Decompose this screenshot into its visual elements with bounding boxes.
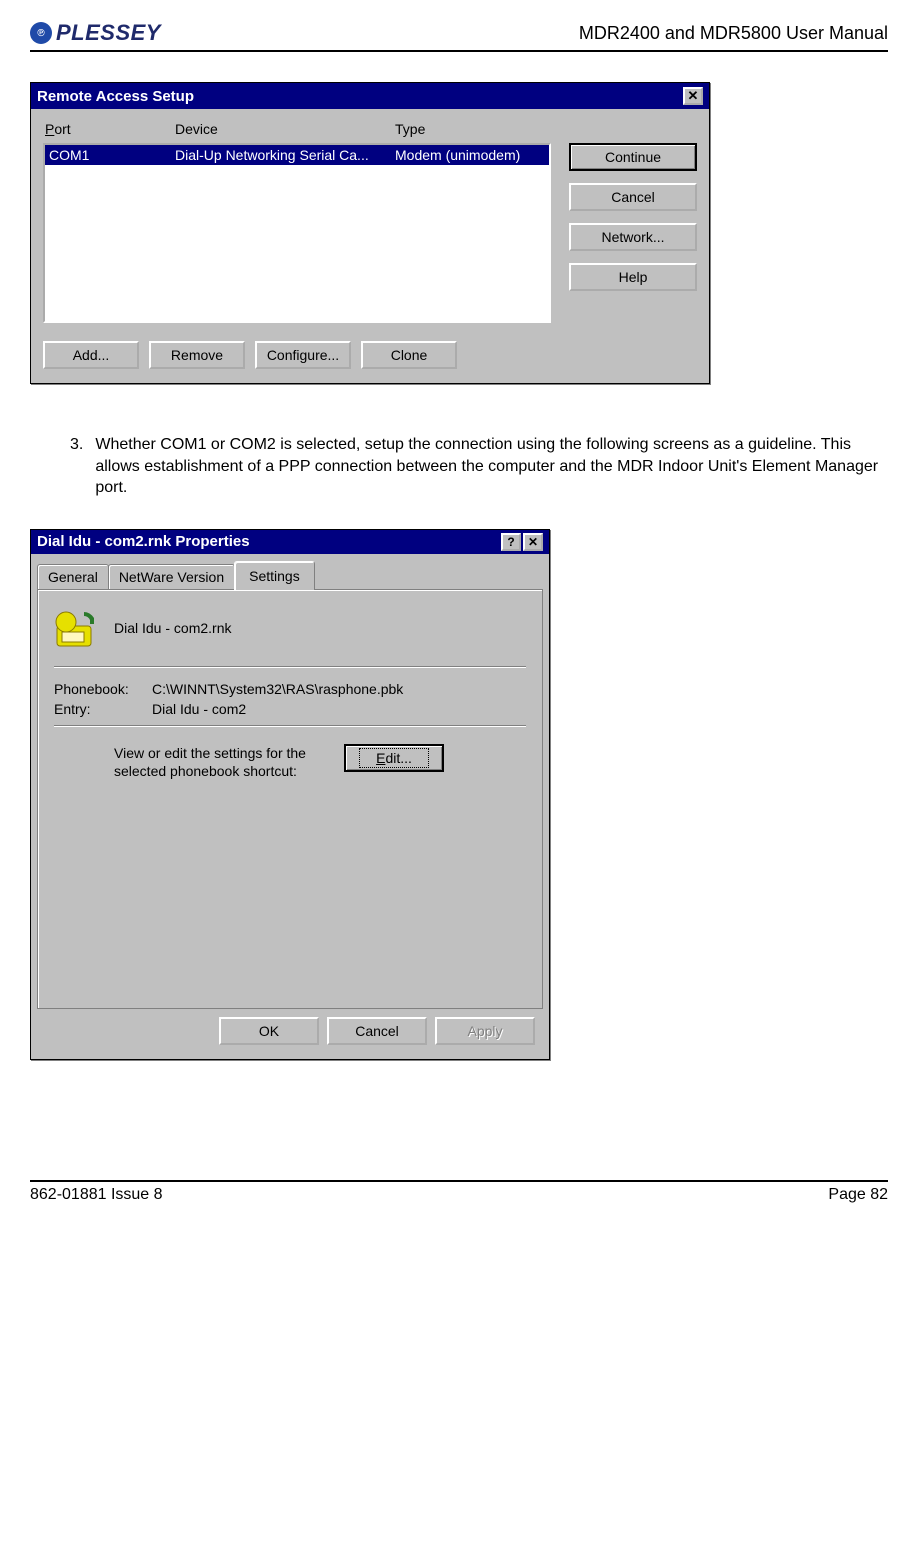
add-button[interactable]: Add... xyxy=(43,341,139,369)
edit-button[interactable]: Edit... xyxy=(344,744,444,772)
tab-netware-version[interactable]: NetWare Version xyxy=(108,564,235,589)
step-number: 3. xyxy=(70,434,83,499)
phonebook-value: C:\WINNT\System32\RAS\rasphone.pbk xyxy=(152,681,403,697)
edit-button-label: Edit... xyxy=(359,748,429,768)
close-icon[interactable]: ✕ xyxy=(523,533,543,551)
remote-access-setup-dialog: Remote Access Setup ✕ Port Device Type C… xyxy=(30,82,710,384)
configure-button[interactable]: Configure... xyxy=(255,341,351,369)
edit-description: View or edit the settings for the select… xyxy=(54,744,314,780)
column-port: Port xyxy=(45,121,175,137)
logo-text: PLESSEY xyxy=(56,20,161,46)
separator xyxy=(54,666,526,667)
list-row[interactable]: COM1 Dial-Up Networking Serial Ca... Mod… xyxy=(45,145,549,165)
tab-settings[interactable]: Settings xyxy=(234,561,315,590)
entry-row: Entry: Dial Idu - com2 xyxy=(54,701,526,717)
apply-button: Apply xyxy=(435,1017,535,1045)
footer-doc-number: 862-01881 Issue 8 xyxy=(30,1186,163,1204)
separator xyxy=(54,725,526,726)
dialog-titlebar: Remote Access Setup ✕ xyxy=(31,83,709,109)
entry-value: Dial Idu - com2 xyxy=(152,701,246,717)
phonebook-row: Phonebook: C:\WINNT\System32\RAS\rasphon… xyxy=(54,681,526,697)
logo: ℗ PLESSEY xyxy=(30,20,161,46)
tabs-row: General NetWare Version Settings xyxy=(31,554,549,589)
ok-button[interactable]: OK xyxy=(219,1017,319,1045)
device-listbox[interactable]: COM1 Dial-Up Networking Serial Ca... Mod… xyxy=(43,143,551,323)
dial-properties-dialog: Dial Idu - com2.rnk Properties ? ✕ Gener… xyxy=(30,529,550,1060)
dialog-footer: OK Cancel Apply xyxy=(31,1017,549,1059)
shortcut-name: Dial Idu - com2.rnk xyxy=(114,620,231,636)
column-type: Type xyxy=(395,121,549,137)
phonebook-label: Phonebook: xyxy=(54,681,142,697)
instruction-step-3: 3. Whether COM1 or COM2 is selected, set… xyxy=(70,434,888,499)
close-icon[interactable]: ✕ xyxy=(683,87,703,105)
footer-page-number: Page 82 xyxy=(828,1186,888,1204)
clone-button[interactable]: Clone xyxy=(361,341,457,369)
dialog-title: Dial Idu - com2.rnk Properties xyxy=(37,533,250,550)
logo-badge-icon: ℗ xyxy=(30,22,52,44)
cell-port: COM1 xyxy=(49,147,175,163)
cell-device: Dial-Up Networking Serial Ca... xyxy=(175,147,395,163)
help-button[interactable]: Help xyxy=(569,263,697,291)
cancel-button[interactable]: Cancel xyxy=(327,1017,427,1045)
context-help-icon[interactable]: ? xyxy=(501,533,521,551)
settings-tab-panel: Dial Idu - com2.rnk Phonebook: C:\WINNT\… xyxy=(37,589,543,1009)
list-column-headers: Port Device Type xyxy=(43,117,551,143)
cell-type: Modem (unimodem) xyxy=(395,147,545,163)
tab-general[interactable]: General xyxy=(37,564,109,589)
entry-label: Entry: xyxy=(54,701,142,717)
network-button[interactable]: Network... xyxy=(569,223,697,251)
dialog-title: Remote Access Setup xyxy=(37,88,194,105)
document-title: MDR2400 and MDR5800 User Manual xyxy=(579,23,888,44)
phone-icon xyxy=(54,606,98,650)
cancel-button[interactable]: Cancel xyxy=(569,183,697,211)
remove-button[interactable]: Remove xyxy=(149,341,245,369)
column-device: Device xyxy=(175,121,395,137)
continue-button[interactable]: Continue xyxy=(569,143,697,171)
step-text: Whether COM1 or COM2 is selected, setup … xyxy=(95,434,888,499)
page-header: ℗ PLESSEY MDR2400 and MDR5800 User Manua… xyxy=(30,20,888,52)
dialog-titlebar: Dial Idu - com2.rnk Properties ? ✕ xyxy=(31,530,549,554)
page-footer: 862-01881 Issue 8 Page 82 xyxy=(30,1180,888,1204)
